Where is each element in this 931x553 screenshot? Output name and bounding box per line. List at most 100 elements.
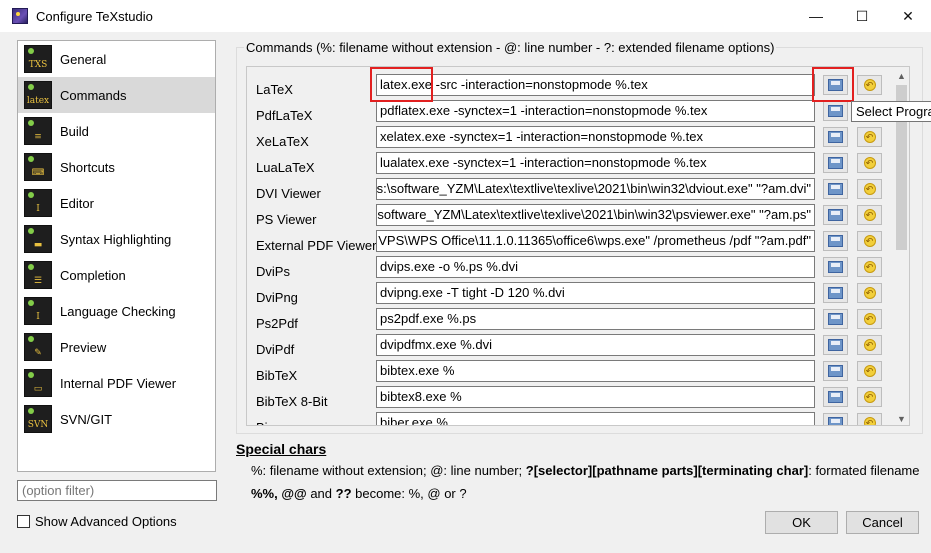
undo-icon: ↶ [863,157,876,169]
select-program-button[interactable] [823,231,848,251]
select-program-button[interactable] [823,335,848,355]
sidebar-item-build[interactable]: ≡ Build [18,113,215,149]
select-program-button[interactable] [823,127,848,147]
special-chars-line-2: %%, @@ and ?? become: %, @ or ? [251,486,467,501]
cancel-button[interactable]: Cancel [846,511,919,534]
command-row-dvips: DviPs dvips.exe -o %.ps %.dvi ↶ [247,249,893,279]
folder-disk-icon [828,417,843,425]
sidebar-item-label: Language Checking [60,303,176,319]
preview-icon: ✎ [24,333,52,361]
sidebar-item-editor[interactable]: I Editor [18,185,215,221]
advanced-options-label: Show Advanced Options [35,514,177,529]
window-title: Configure TeXstudio [36,8,153,24]
sidebar-item-syntax-highlighting[interactable]: ▬ Syntax Highlighting [18,221,215,257]
command-row-pdflatex: PdfLaTeX pdflatex.exe -synctex=1 -interac… [247,93,893,123]
undo-icon: ↶ [863,313,876,325]
undo-icon: ↶ [863,417,876,425]
title-bar: Configure TeXstudio — ☐ ✕ [0,0,931,32]
sidebar-item-label: Preview [60,339,107,355]
maximize-button[interactable]: ☐ [839,0,885,32]
select-program-button[interactable] [823,153,848,173]
editor-cursor-icon: I [24,189,52,217]
folder-disk-icon [828,287,843,299]
latex-commands-icon: latex [24,81,52,109]
restore-default-button[interactable]: ↶ [857,283,882,303]
restore-default-button[interactable]: ↶ [857,309,882,329]
undo-icon: ↶ [863,235,876,247]
folder-disk-icon [828,365,843,377]
window-controls: — ☐ ✕ [793,0,931,32]
command-row-xelatex: XeLaTeX xelatex.exe -synctex=1 -interacti… [247,119,893,149]
texstudio-app-icon [12,8,28,24]
scroll-up-icon[interactable]: ▲ [893,67,909,84]
select-program-button[interactable] [823,101,848,121]
folder-disk-icon [828,209,843,221]
category-list: TXS General latex Commands ≡ Build ⌨ Shortcuts I… [17,40,216,472]
command-input[interactable]: biber.exe % [376,412,815,425]
sidebar-item-completion[interactable]: ☰ Completion [18,257,215,293]
restore-default-button[interactable]: ↶ [857,257,882,277]
folder-disk-icon [828,339,843,351]
restore-default-button[interactable]: ↶ [857,387,882,407]
command-row-external-pdf-viewer: External PDF Viewer VPS\WPS Office\11.1.0… [247,223,893,253]
sidebar-item-label: Commands [60,87,127,103]
restore-default-button[interactable]: ↶ [857,205,882,225]
sidebar-item-internal-pdf-viewer[interactable]: ▭ Internal PDF Viewer [18,365,215,401]
commands-panel: LaTeX latex.exe -src -interaction=nonstop… [246,66,910,426]
undo-icon: ↶ [863,339,876,351]
svn-git-icon: SVN [24,405,52,433]
select-program-button[interactable] [823,283,848,303]
select-program-button[interactable] [823,361,848,381]
restore-default-button[interactable]: ↶ [857,413,882,425]
option-filter-input[interactable]: (option filter) [17,480,217,501]
restore-default-button[interactable]: ↶ [857,361,882,381]
select-program-button[interactable] [823,413,848,425]
sidebar-item-label: Editor [60,195,94,211]
shortcuts-keyboard-icon: ⌨ [24,153,52,181]
folder-disk-icon [828,105,843,117]
completion-list-icon: ☰ [24,261,52,289]
sidebar-item-language-checking[interactable]: I Language Checking [18,293,215,329]
select-program-button[interactable] [823,257,848,277]
sidebar-item-svn-git[interactable]: SVN SVN/GIT [18,401,215,437]
sidebar-item-preview[interactable]: ✎ Preview [18,329,215,365]
restore-default-button[interactable]: ↶ [857,153,882,173]
restore-default-button[interactable]: ↶ [857,127,882,147]
command-row-dvi-viewer: DVI Viewer s:\software_YZM\Latex\textlive… [247,171,893,201]
select-program-button[interactable] [823,179,848,199]
highlight-select-program-button [812,67,854,102]
show-advanced-options[interactable]: Show Advanced Options [17,514,177,529]
select-program-button[interactable] [823,387,848,407]
scroll-down-icon[interactable]: ▼ [893,410,909,425]
command-row-ps-viewer: PS Viewer software_YZM\Latex\textlive\tex… [247,197,893,227]
folder-disk-icon [828,261,843,273]
restore-default-button[interactable]: ↶ [857,179,882,199]
select-program-button[interactable] [823,205,848,225]
command-row-bibtex: BibTeX bibtex.exe % ↶ [247,353,893,383]
folder-disk-icon [828,131,843,143]
folder-disk-icon [828,313,843,325]
undo-icon: ↶ [863,183,876,195]
sidebar-item-label: General [60,51,107,67]
minimize-button[interactable]: — [793,0,839,32]
sidebar-item-general[interactable]: TXS General [18,41,215,77]
command-row-ps2pdf: Ps2Pdf ps2pdf.exe %.ps ↶ [247,301,893,331]
undo-icon: ↶ [863,287,876,299]
sidebar-item-label: Build [60,123,89,139]
sidebar-item-shortcuts[interactable]: ⌨ Shortcuts [18,149,215,185]
build-icon: ≡ [24,117,52,145]
restore-default-button[interactable]: ↶ [857,231,882,251]
close-button[interactable]: ✕ [885,0,931,32]
select-program-button[interactable] [823,309,848,329]
sidebar-item-label: SVN/GIT [60,411,113,427]
command-row-dvipng: DviPng dvipng.exe -T tight -D 120 %.dvi ↶ [247,275,893,305]
command-row-dvipdf: DviPdf dvipdfmx.exe %.dvi ↶ [247,327,893,357]
restore-default-button[interactable]: ↶ [857,335,882,355]
syntax-highlighting-icon: ▬ [24,225,52,253]
undo-icon: ↶ [863,79,876,91]
advanced-options-checkbox[interactable] [17,515,30,528]
restore-default-button[interactable]: ↶ [857,75,882,95]
ok-button[interactable]: OK [765,511,838,534]
sidebar-item-commands[interactable]: latex Commands [18,77,215,113]
undo-icon: ↶ [863,261,876,273]
